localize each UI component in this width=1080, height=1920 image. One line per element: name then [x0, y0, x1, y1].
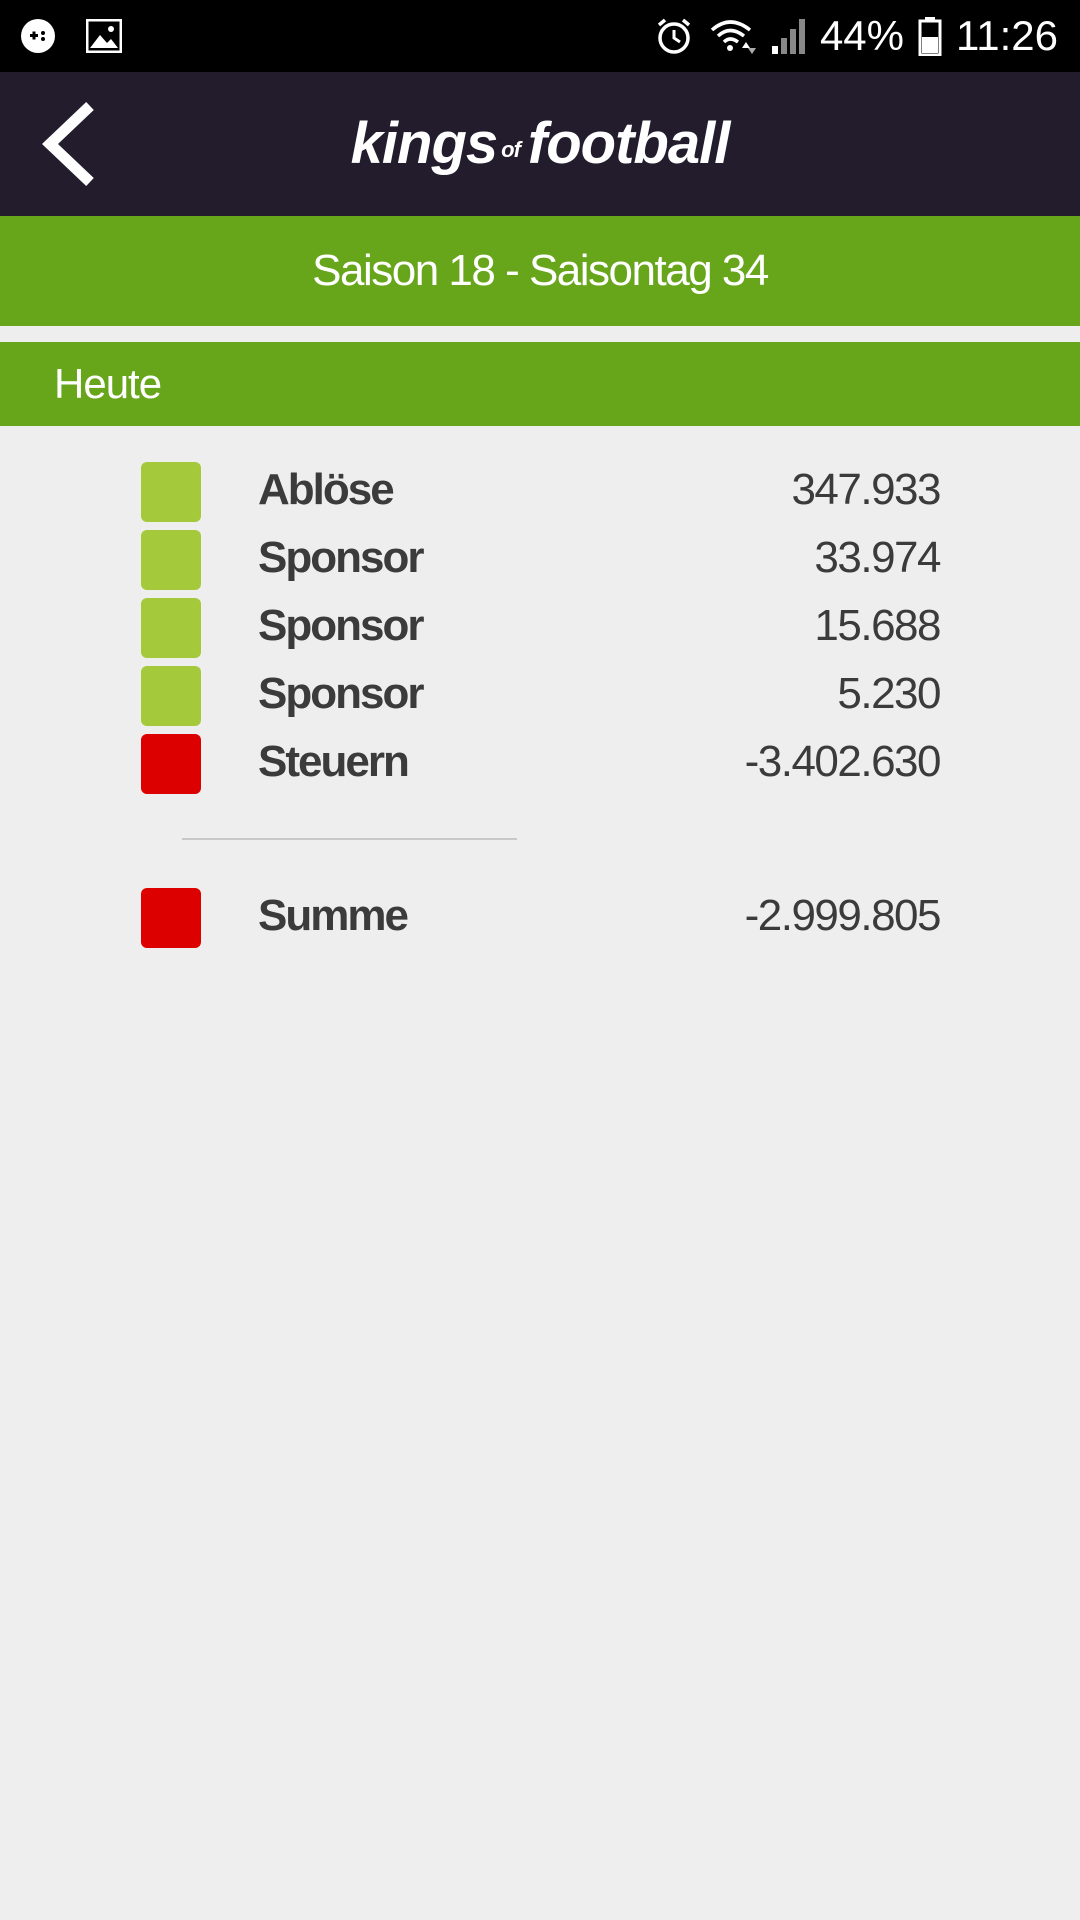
alarm-icon: [654, 16, 694, 56]
status-swatch: [141, 734, 201, 794]
finance-list: Ablöse 347.933 Sponsor 33.974 Sponsor 15…: [0, 456, 1080, 796]
logo-text-football: football: [527, 111, 730, 176]
wifi-icon: [708, 16, 756, 56]
game-controller-icon: [20, 18, 56, 54]
sum-value: -2.999.805: [744, 891, 942, 940]
season-bar: Saison 18 - Saisontag 34: [0, 216, 1080, 326]
list-item: Sponsor 5.230: [0, 660, 1080, 728]
divider: [182, 838, 517, 840]
status-bar: 44% 11:26: [0, 0, 1080, 72]
app-logo: kings of football: [0, 110, 1080, 177]
battery-icon: [918, 16, 942, 56]
list-item: Sponsor 15.688: [0, 592, 1080, 660]
item-label: Sponsor: [258, 669, 424, 718]
sum-row: Summe -2.999.805: [0, 882, 1080, 950]
logo-text-of: of: [501, 137, 521, 162]
battery-percent: 44%: [819, 12, 904, 59]
item-value: 33.974: [814, 533, 941, 582]
status-left-icons: [20, 14, 122, 58]
item-label: Ablöse: [258, 465, 395, 514]
list-item: Ablöse 347.933: [0, 456, 1080, 524]
section-title: Heute: [54, 360, 162, 407]
section-header-heute: Heute: [0, 342, 1080, 426]
clock-time: 11:26: [956, 12, 1058, 59]
sum-status-swatch: [141, 888, 201, 948]
status-swatch: [141, 530, 201, 590]
signal-icon: [770, 16, 806, 56]
item-label: Sponsor: [258, 601, 424, 650]
status-swatch: [141, 598, 201, 658]
status-swatch: [141, 666, 201, 726]
sum-label: Summe: [258, 891, 409, 940]
image-icon: [86, 19, 122, 53]
logo-text-kings: kings: [350, 111, 498, 176]
status-swatch: [141, 462, 201, 522]
item-value: 347.933: [791, 465, 941, 514]
item-label: Sponsor: [258, 533, 424, 582]
app-header: kings of football: [0, 72, 1080, 216]
item-value: -3.402.630: [744, 737, 942, 786]
status-right-icons: 44% 11:26: [654, 10, 1058, 62]
season-title: Saison 18 - Saisontag 34: [312, 246, 769, 295]
item-label: Steuern: [258, 737, 410, 786]
item-value: 15.688: [814, 601, 941, 650]
list-item: Sponsor 33.974: [0, 524, 1080, 592]
list-item: Steuern -3.402.630: [0, 728, 1080, 796]
item-value: 5.230: [837, 669, 941, 718]
